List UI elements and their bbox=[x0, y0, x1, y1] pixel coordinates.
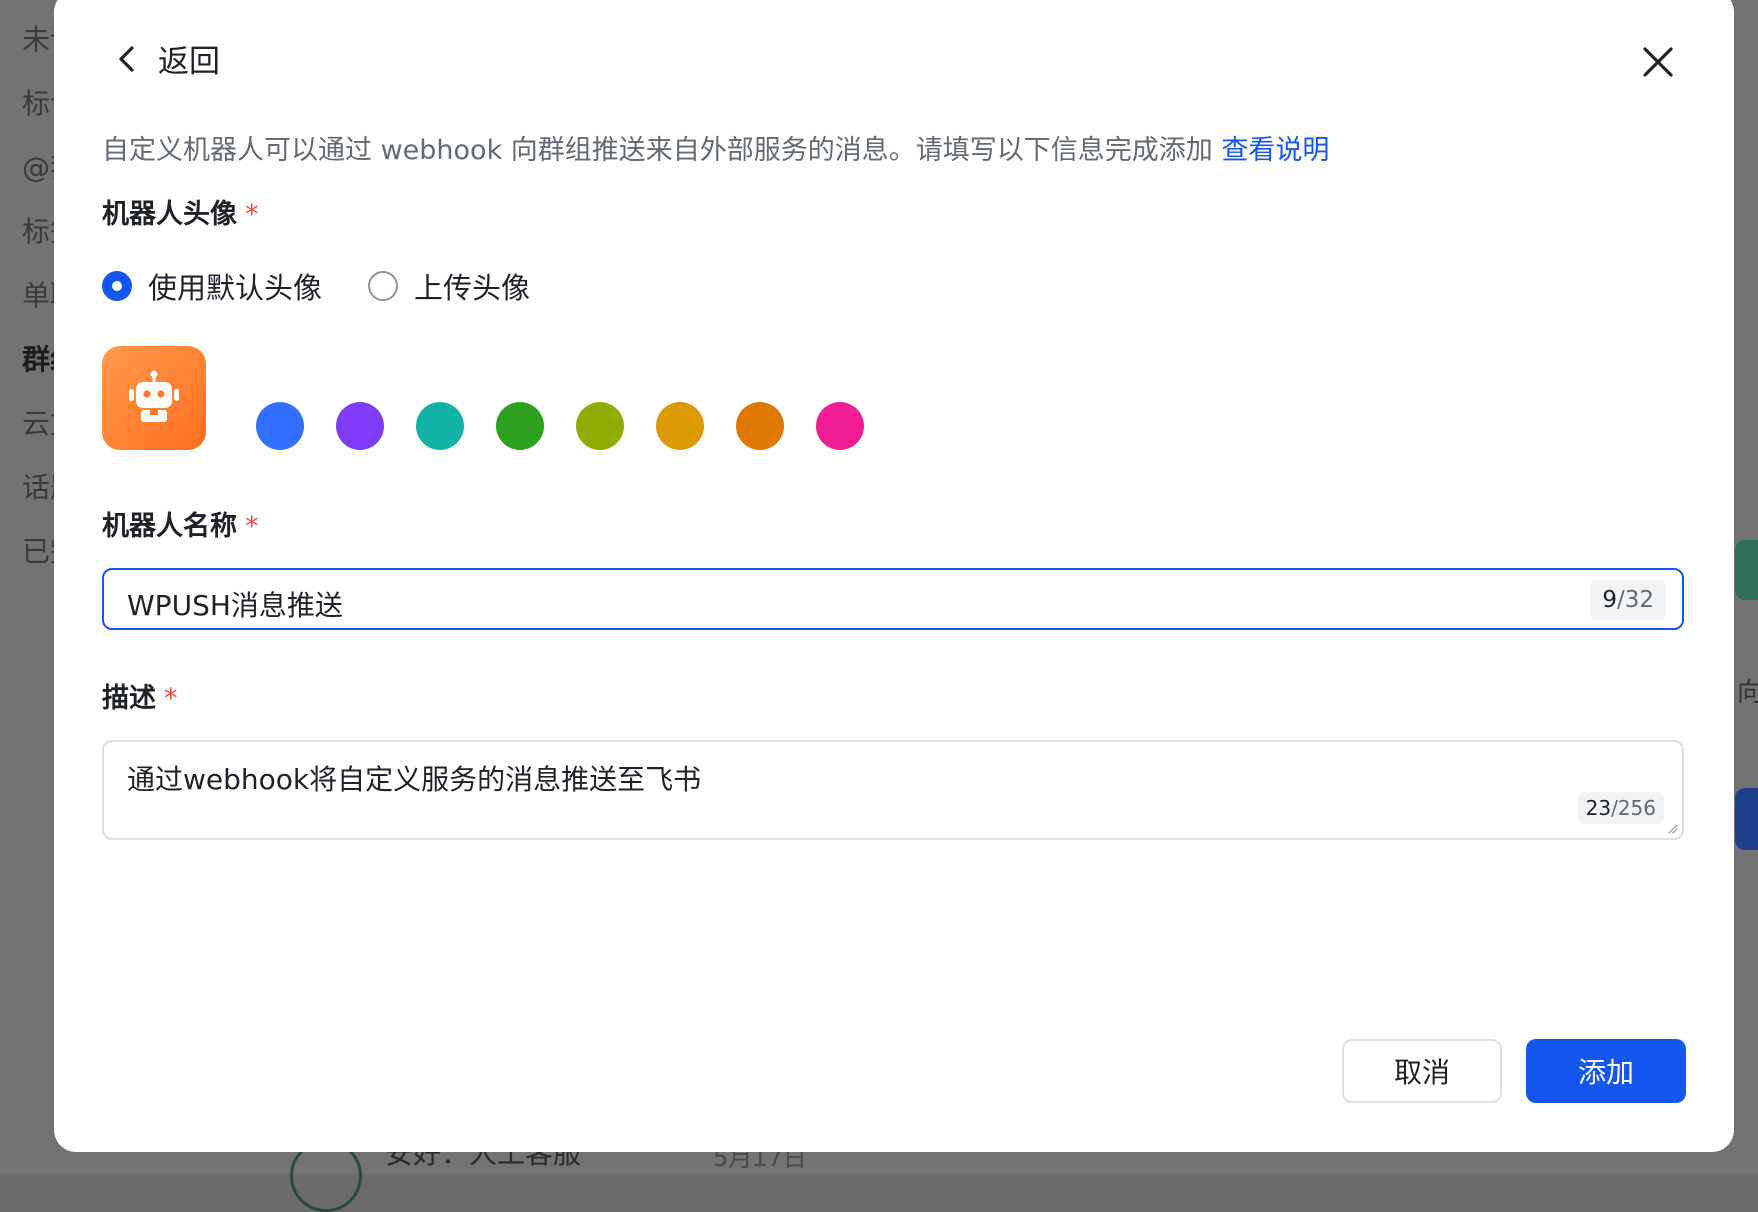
bot-name-input[interactable]: WPUSH消息推送 9/32 bbox=[102, 568, 1684, 630]
intro-description: 自定义机器人可以通过 webhook 向群组推送来自外部服务的消息。请填写以下信… bbox=[102, 135, 1213, 166]
radio-label: 上传头像 bbox=[414, 271, 531, 305]
description-textarea[interactable]: 通过webhook将自定义服务的消息推送至飞书 23/256 bbox=[102, 740, 1684, 840]
color-swatch[interactable] bbox=[736, 402, 784, 450]
chevron-left-icon bbox=[119, 45, 134, 72]
bg-side-text: 向 bbox=[1737, 678, 1758, 708]
name-label: 机器人名称 * bbox=[102, 504, 259, 543]
avatar-radio-group: 使用默认头像 上传头像 bbox=[102, 265, 576, 307]
name-char-counter: 9/32 bbox=[1590, 580, 1666, 620]
name-label-text: 机器人名称 bbox=[102, 511, 237, 542]
required-mark: * bbox=[245, 511, 259, 542]
back-label: 返回 bbox=[158, 44, 220, 80]
radio-upload-avatar[interactable]: 上传头像 bbox=[368, 265, 530, 307]
name-max: /32 bbox=[1616, 587, 1654, 613]
required-mark: * bbox=[245, 199, 259, 230]
radio-default-avatar[interactable]: 使用默认头像 bbox=[102, 265, 322, 307]
bot-avatar-preview bbox=[102, 346, 206, 450]
bot-name-value: WPUSH消息推送 bbox=[127, 589, 343, 622]
color-swatch[interactable] bbox=[256, 402, 304, 450]
desc-char-counter: 23/256 bbox=[1577, 792, 1664, 824]
color-swatch[interactable] bbox=[496, 402, 544, 450]
desc-max: /256 bbox=[1611, 796, 1656, 820]
color-swatch[interactable] bbox=[656, 402, 704, 450]
bg-side-tab bbox=[1735, 788, 1758, 850]
required-mark: * bbox=[164, 683, 178, 714]
color-swatch[interactable] bbox=[816, 402, 864, 450]
name-count: 9 bbox=[1602, 587, 1617, 613]
radio-checked-icon[interactable] bbox=[102, 271, 132, 301]
add-bot-dialog: 返回 自定义机器人可以通过 webhook 向群组推送来自外部服务的消息。请填写… bbox=[54, 0, 1734, 1152]
desc-label: 描述 * bbox=[102, 676, 178, 715]
desc-label-text: 描述 bbox=[102, 683, 156, 714]
resize-handle-icon[interactable] bbox=[1666, 822, 1678, 834]
intro-text: 自定义机器人可以通过 webhook 向群组推送来自外部服务的消息。请填写以下信… bbox=[102, 128, 1329, 167]
radio-unchecked-icon[interactable] bbox=[368, 271, 399, 301]
color-swatch[interactable] bbox=[416, 402, 464, 450]
color-swatch[interactable] bbox=[576, 402, 624, 450]
view-docs-link[interactable]: 查看说明 bbox=[1221, 135, 1329, 166]
desc-count: 23 bbox=[1585, 796, 1612, 820]
robot-icon bbox=[129, 370, 179, 422]
close-icon[interactable] bbox=[1634, 38, 1682, 86]
bg-side-tab bbox=[1735, 540, 1758, 600]
avatar-label: 机器人头像 * bbox=[102, 192, 259, 231]
cancel-button[interactable]: 取消 bbox=[1342, 1039, 1502, 1103]
add-button[interactable]: 添加 bbox=[1526, 1039, 1686, 1103]
color-swatch[interactable] bbox=[336, 402, 384, 450]
description-value: 通过webhook将自定义服务的消息推送至飞书 bbox=[127, 763, 702, 796]
avatar-label-text: 机器人头像 bbox=[102, 199, 237, 230]
radio-label: 使用默认头像 bbox=[148, 271, 323, 305]
back-button[interactable]: 返回 bbox=[110, 36, 220, 81]
background-sidebar: 未读 标记 @我 标签 单聊 群组 云文档 话题 已完成 bbox=[0, 0, 106, 1174]
